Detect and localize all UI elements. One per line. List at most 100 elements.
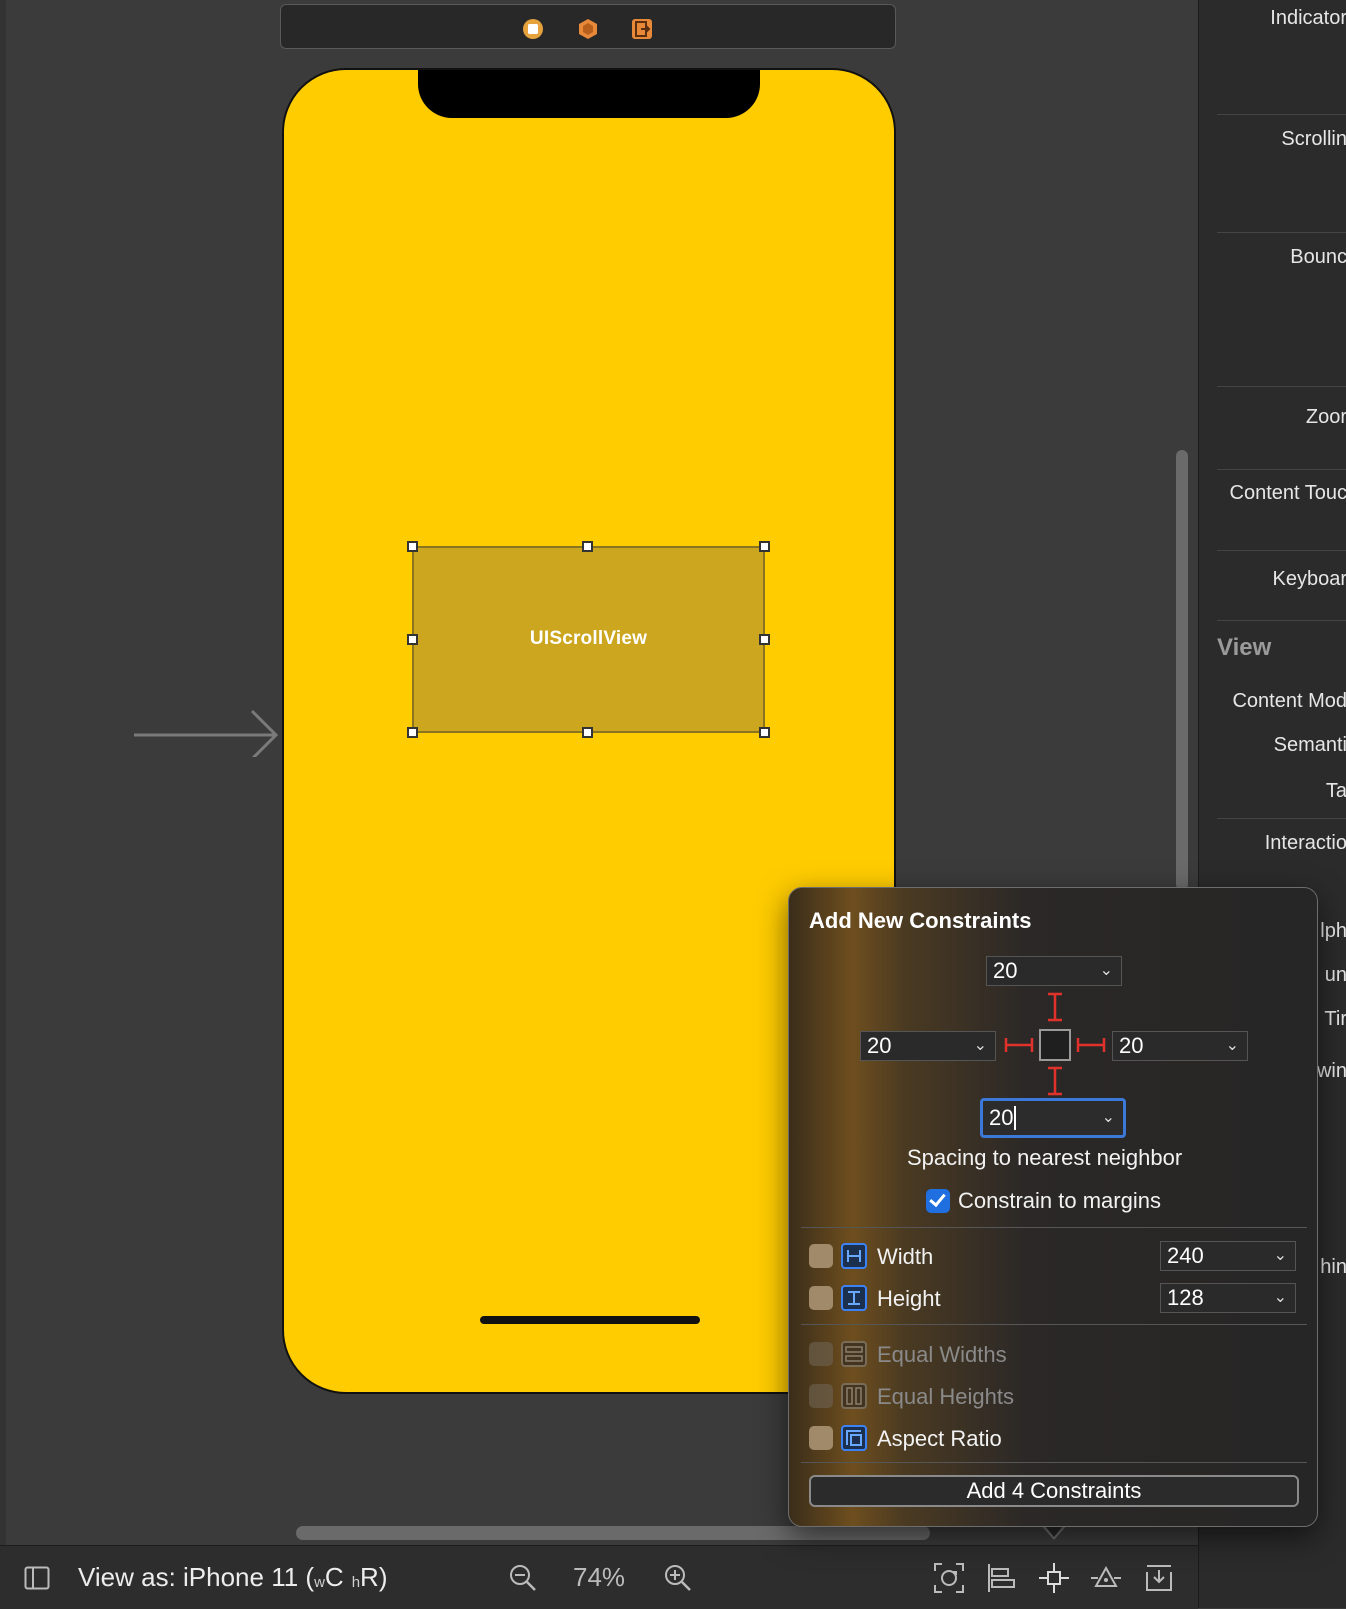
resolve-auto-layout-issues-icon[interactable]: [1090, 1546, 1122, 1609]
document-outline-toggle-icon[interactable]: [24, 1546, 50, 1609]
width-class-prefix: w: [314, 1574, 325, 1591]
inspector-label-content-mode: Content Mod: [1232, 690, 1346, 713]
chevron-down-icon[interactable]: ⌄: [1274, 1287, 1287, 1307]
equal-heights-label: Equal Heights: [877, 1384, 1014, 1410]
leading-constraint-toggle-icon[interactable]: [1004, 1035, 1034, 1055]
height-class-prefix: h: [352, 1574, 360, 1591]
resize-handle-top-right[interactable]: [759, 541, 770, 552]
height-value-field[interactable]: 128 ⌄: [1160, 1283, 1296, 1313]
add-new-constraints-icon[interactable]: [1038, 1546, 1070, 1609]
top-constraint-toggle-icon[interactable]: [1045, 992, 1065, 1022]
inspector-label-indicators: Indicator: [1270, 7, 1346, 30]
zoom-in-icon[interactable]: [663, 1546, 693, 1609]
top-spacing-field[interactable]: 20 ⌄: [986, 956, 1122, 986]
canvas-bottom-bar: View as: iPhone 11 ( w C h R) 74%: [0, 1545, 1198, 1609]
height-label: Height: [877, 1286, 941, 1312]
equal-widths-checkbox[interactable]: [809, 1342, 833, 1366]
height-value: 128: [1167, 1285, 1204, 1311]
bottom-constraint-toggle-icon[interactable]: [1045, 1066, 1065, 1096]
inspector-label-keyboard: Keyboar: [1273, 568, 1346, 591]
inspector-label-drawing: win: [1317, 1060, 1346, 1083]
inspector-label-tint: Tir: [1324, 1008, 1346, 1031]
inspector-label-zoom: Zoor: [1306, 406, 1346, 429]
chevron-down-icon[interactable]: ⌄: [1102, 1107, 1115, 1127]
trailing-constraint-toggle-icon[interactable]: [1076, 1035, 1106, 1055]
trailing-spacing-field[interactable]: 20 ⌄: [1112, 1031, 1248, 1061]
resize-handle-top-left[interactable]: [407, 541, 418, 552]
embed-in-icon[interactable]: [1143, 1546, 1175, 1609]
height-constraint-icon: [841, 1285, 867, 1311]
resize-handle-bottom[interactable]: [582, 727, 593, 738]
equal-widths-icon: [841, 1341, 867, 1367]
view-controller-icon[interactable]: [522, 18, 544, 40]
inspector-separator: [1217, 114, 1346, 115]
phone-notch: [418, 68, 760, 118]
aspect-ratio-label: Aspect Ratio: [877, 1426, 1002, 1452]
zoom-level[interactable]: 74%: [573, 1546, 625, 1609]
scroll-view-label: UIScrollView: [414, 628, 763, 650]
width-value-field[interactable]: 240 ⌄: [1160, 1241, 1296, 1271]
width-value: 240: [1167, 1243, 1204, 1269]
popover-title: Add New Constraints: [809, 908, 1031, 934]
spacing-to-nearest-neighbor-label: Spacing to nearest neighbor: [907, 1145, 1182, 1171]
popover-separator: [801, 1227, 1307, 1228]
home-indicator: [480, 1316, 700, 1324]
leading-spacing-field[interactable]: 20 ⌄: [860, 1031, 996, 1061]
add-new-constraints-popover: Add New Constraints 20 ⌄ 20 ⌄ 20 ⌄ 20 ⌄ …: [788, 887, 1318, 1527]
inspector-label-interaction: Interactio: [1265, 832, 1346, 855]
bottom-spacing-field[interactable]: 20 ⌄: [980, 1098, 1126, 1138]
inspector-label-bounce: Bounc: [1290, 246, 1346, 269]
inspector-section-view[interactable]: View: [1217, 634, 1271, 662]
inspector-label-scrolling: Scrollin: [1281, 128, 1346, 151]
equal-heights-checkbox[interactable]: [809, 1384, 833, 1408]
add-constraints-button[interactable]: Add 4 Constraints: [809, 1475, 1299, 1507]
entry-point-arrow-icon[interactable]: [134, 705, 280, 757]
resize-handle-bottom-left[interactable]: [407, 727, 418, 738]
canvas-horizontal-scrollbar[interactable]: [296, 1526, 930, 1540]
equal-widths-label: Equal Widths: [877, 1342, 1007, 1368]
inspector-label-stretching: hin: [1320, 1256, 1346, 1279]
equal-heights-icon: [841, 1383, 867, 1409]
inspector-separator: [1217, 386, 1346, 387]
popover-separator: [801, 1462, 1307, 1463]
inspector-separator: [1217, 818, 1346, 819]
width-checkbox[interactable]: [809, 1244, 833, 1268]
inspector-label-background: un: [1325, 964, 1346, 987]
resize-handle-bottom-right[interactable]: [759, 727, 770, 738]
width-size-class: C: [325, 1562, 344, 1593]
update-frames-icon[interactable]: [933, 1546, 965, 1609]
zoom-level-value: 74%: [573, 1562, 625, 1593]
scene-dock: [280, 4, 896, 49]
aspect-ratio-checkbox[interactable]: [809, 1426, 833, 1450]
zoom-out-icon[interactable]: [508, 1546, 538, 1609]
canvas-left-edge: [0, 0, 6, 1608]
scroll-view[interactable]: UIScrollView: [412, 546, 765, 733]
inspector-label-content-touch: Content Touc: [1230, 482, 1346, 505]
inspector-separator: [1217, 620, 1346, 621]
canvas-vertical-scrollbar[interactable]: [1176, 450, 1188, 890]
first-responder-icon[interactable]: [577, 18, 599, 40]
inspector-label-semantic: Semanti: [1274, 734, 1346, 757]
chevron-down-icon[interactable]: ⌄: [1226, 1035, 1239, 1055]
chevron-down-icon[interactable]: ⌄: [1274, 1245, 1287, 1265]
width-constraint-icon: [841, 1243, 867, 1269]
trailing-spacing-value: 20: [1119, 1033, 1143, 1059]
align-icon[interactable]: [986, 1546, 1018, 1609]
resize-handle-left[interactable]: [407, 634, 418, 645]
height-checkbox[interactable]: [809, 1286, 833, 1310]
selected-view-placeholder-icon: [1039, 1029, 1071, 1061]
text-cursor: [1014, 1106, 1016, 1130]
exit-icon[interactable]: [631, 18, 653, 40]
view-as-device-selector[interactable]: View as: iPhone 11 ( w C h R): [78, 1546, 387, 1609]
view-as-label: View as: iPhone 11 (: [78, 1562, 314, 1593]
aspect-ratio-icon: [841, 1425, 867, 1451]
chevron-down-icon[interactable]: ⌄: [1100, 960, 1113, 980]
constrain-to-margins-checkbox[interactable]: [926, 1189, 950, 1213]
width-label: Width: [877, 1244, 933, 1270]
leading-spacing-value: 20: [867, 1033, 891, 1059]
inspector-separator: [1217, 469, 1346, 470]
resize-handle-top[interactable]: [582, 541, 593, 552]
resize-handle-right[interactable]: [759, 634, 770, 645]
chevron-down-icon[interactable]: ⌄: [974, 1035, 987, 1055]
popover-separator: [801, 1324, 1307, 1325]
